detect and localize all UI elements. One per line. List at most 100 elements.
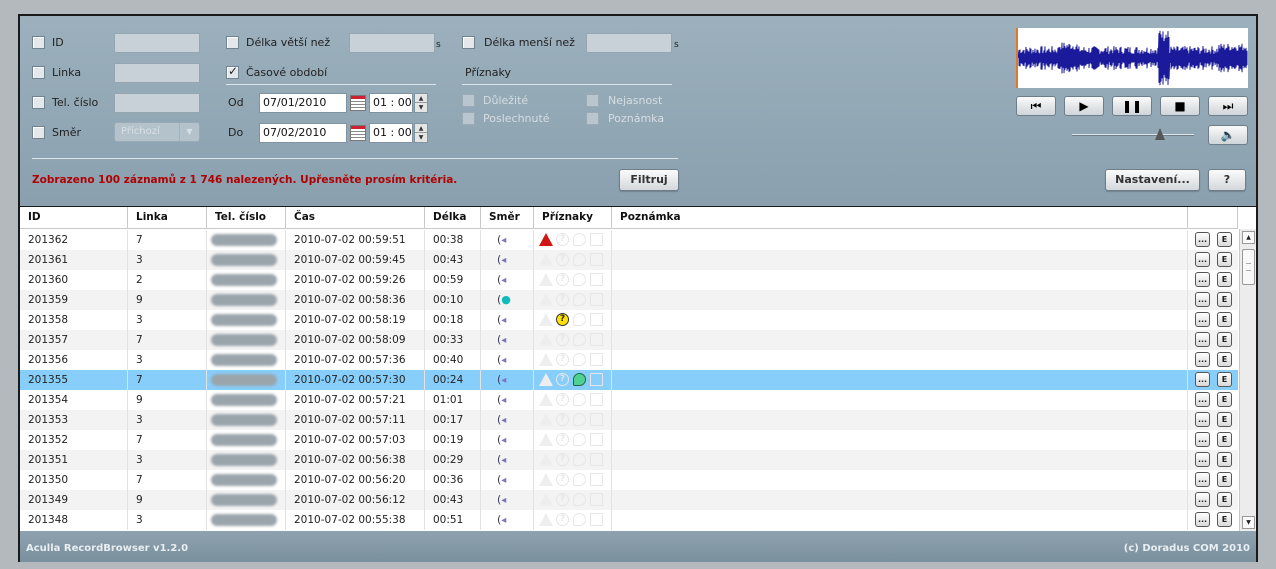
to-time-input[interactable]: 01 : 00	[369, 123, 413, 143]
help-button[interactable]: ?	[1208, 169, 1246, 191]
scroll-down-button[interactable]: ▼	[1242, 516, 1255, 529]
note-flag-icon[interactable]	[590, 273, 603, 286]
unclear-flag-icon[interactable]: ?	[556, 513, 569, 526]
row-details-button[interactable]: ...	[1195, 232, 1210, 247]
flag-note-checkbox[interactable]	[586, 112, 599, 125]
important-flag-icon[interactable]	[539, 473, 553, 486]
column-header[interactable]: Směr	[481, 207, 534, 229]
length-gt-checkbox[interactable]	[226, 36, 239, 49]
listened-flag-icon[interactable]	[573, 293, 586, 306]
row-edit-button[interactable]: E	[1217, 372, 1232, 387]
column-header[interactable]: Linka	[128, 207, 207, 229]
row-edit-button[interactable]: E	[1217, 232, 1232, 247]
important-flag-icon[interactable]	[539, 413, 553, 426]
listened-flag-icon[interactable]	[573, 253, 586, 266]
important-flag-icon[interactable]	[539, 373, 553, 386]
table-row[interactable]: 201348 3 2010-07-02 00:55:38 00:51 (◂?... E	[20, 510, 1238, 530]
table-row[interactable]: 201355 7 2010-07-02 00:57:30 00:24 (◂?... E	[20, 370, 1238, 390]
important-flag-icon[interactable]	[539, 453, 553, 466]
listened-flag-icon[interactable]	[573, 473, 586, 486]
row-details-button[interactable]: ...	[1195, 272, 1210, 287]
volume-slider-thumb[interactable]	[1154, 128, 1165, 140]
row-details-button[interactable]: ...	[1195, 252, 1210, 267]
important-flag-icon[interactable]	[539, 493, 553, 506]
row-details-button[interactable]: ...	[1195, 292, 1210, 307]
id-filter-input[interactable]	[114, 33, 200, 53]
length-lt-checkbox[interactable]	[462, 36, 475, 49]
row-details-button[interactable]: ...	[1195, 332, 1210, 347]
unclear-flag-icon[interactable]: ?	[556, 353, 569, 366]
flag-unclear-checkbox[interactable]	[586, 94, 599, 107]
table-row[interactable]: 201354 9 2010-07-02 00:57:21 01:01 (◂?... E	[20, 390, 1238, 410]
row-edit-button[interactable]: E	[1217, 492, 1232, 507]
to-date-input[interactable]: 07/02/2010	[259, 123, 347, 143]
note-flag-icon[interactable]	[590, 433, 603, 446]
unclear-flag-icon[interactable]: ?	[556, 293, 569, 306]
to-time-spinner[interactable]: ▲ ▼	[414, 123, 428, 143]
line-filter-input[interactable]	[114, 63, 200, 83]
table-row[interactable]: 201358 3 2010-07-02 00:58:19 00:18 (◂?... E	[20, 310, 1238, 330]
stop-button[interactable]: ■	[1160, 96, 1200, 116]
skip-forward-button[interactable]: ⏭	[1208, 96, 1248, 116]
period-checkbox[interactable]: ✓	[226, 64, 239, 79]
row-details-button[interactable]: ...	[1195, 432, 1210, 447]
row-edit-button[interactable]: E	[1217, 352, 1232, 367]
unclear-flag-icon[interactable]: ?	[556, 413, 569, 426]
waveform-display[interactable]	[1016, 28, 1248, 88]
column-header[interactable]: Čas	[286, 207, 425, 229]
column-header[interactable]: Délka	[425, 207, 481, 229]
pause-button[interactable]: ❚❚	[1112, 96, 1152, 116]
important-flag-icon[interactable]	[539, 393, 553, 406]
length-lt-input[interactable]	[586, 33, 672, 53]
listened-flag-icon[interactable]	[573, 493, 586, 506]
note-flag-icon[interactable]	[590, 453, 603, 466]
phone-filter-input[interactable]	[114, 93, 200, 113]
note-flag-icon[interactable]	[590, 373, 603, 386]
row-details-button[interactable]: ...	[1195, 472, 1210, 487]
listened-flag-icon[interactable]	[573, 453, 586, 466]
important-flag-icon[interactable]	[539, 273, 553, 286]
row-edit-button[interactable]: E	[1217, 452, 1232, 467]
row-edit-button[interactable]: E	[1217, 292, 1232, 307]
row-details-button[interactable]: ...	[1195, 492, 1210, 507]
column-header[interactable]: Tel. číslo	[207, 207, 286, 229]
table-row[interactable]: 201356 3 2010-07-02 00:57:36 00:40 (◂?... E	[20, 350, 1238, 370]
column-header[interactable]: ID	[20, 207, 128, 229]
direction-select[interactable]: Příchozí ▼	[114, 122, 200, 142]
listened-flag-icon[interactable]	[573, 413, 586, 426]
unclear-flag-icon[interactable]: ?	[556, 373, 569, 386]
row-details-button[interactable]: ...	[1195, 352, 1210, 367]
calendar-icon[interactable]	[350, 95, 366, 111]
length-gt-input[interactable]	[349, 33, 435, 53]
id-filter-checkbox[interactable]	[32, 36, 45, 49]
play-button[interactable]: ▶	[1064, 96, 1104, 116]
unclear-flag-icon[interactable]: ?	[556, 473, 569, 486]
important-flag-icon[interactable]	[539, 333, 553, 346]
calendar-icon[interactable]	[350, 125, 366, 141]
column-header[interactable]: Příznaky	[534, 207, 612, 229]
from-date-input[interactable]: 07/01/2010	[259, 93, 347, 113]
vertical-scrollbar[interactable]: ▲ ▼	[1239, 229, 1256, 531]
row-edit-button[interactable]: E	[1217, 252, 1232, 267]
table-row[interactable]: 201349 9 2010-07-02 00:56:12 00:43 (◂?... E	[20, 490, 1238, 510]
table-row[interactable]: 201361 3 2010-07-02 00:59:45 00:43 (◂?... E	[20, 250, 1238, 270]
important-flag-icon[interactable]	[539, 233, 553, 246]
listened-flag-icon[interactable]	[573, 513, 586, 526]
from-time-spinner[interactable]: ▲ ▼	[414, 93, 428, 113]
row-edit-button[interactable]: E	[1217, 272, 1232, 287]
note-flag-icon[interactable]	[590, 313, 603, 326]
note-flag-icon[interactable]	[590, 253, 603, 266]
row-details-button[interactable]: ...	[1195, 372, 1210, 387]
filter-button[interactable]: Filtruj	[619, 169, 679, 191]
table-row[interactable]: 201362 7 2010-07-02 00:59:51 00:38 (◂?... E	[20, 230, 1238, 250]
unclear-flag-icon[interactable]: ?	[556, 433, 569, 446]
important-flag-icon[interactable]	[539, 253, 553, 266]
table-row[interactable]: 201351 3 2010-07-02 00:56:38 00:29 (◂?... E	[20, 450, 1238, 470]
note-flag-icon[interactable]	[590, 333, 603, 346]
row-details-button[interactable]: ...	[1195, 512, 1210, 527]
listened-flag-icon[interactable]	[573, 333, 586, 346]
unclear-flag-icon[interactable]: ?	[556, 453, 569, 466]
mute-button[interactable]: 🔈	[1208, 125, 1248, 145]
row-edit-button[interactable]: E	[1217, 472, 1232, 487]
note-flag-icon[interactable]	[590, 513, 603, 526]
